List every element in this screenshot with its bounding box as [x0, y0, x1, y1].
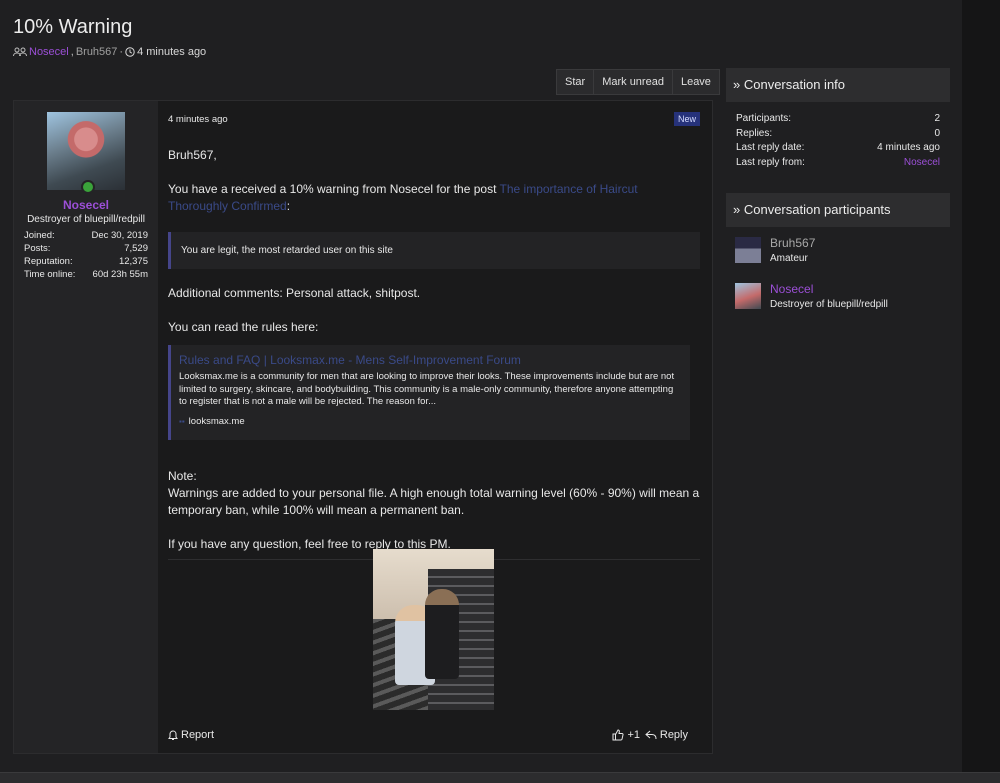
link-preview-domain: ▪▪ looksmax.me [179, 413, 680, 430]
warning-line: You have a received a 10% warning from N… [168, 181, 700, 215]
participant-link-nosecel[interactable]: Nosecel [29, 46, 69, 58]
reply-arrow-icon [645, 730, 657, 740]
participant-title: Amateur [770, 253, 808, 264]
author-stats: Joined: Dec 30, 2019 Posts: 7,529 Reputati… [24, 229, 148, 281]
info-row: Last reply from: Nosecel [736, 156, 940, 171]
note-label: Note: [168, 468, 197, 483]
additional-comments: Additional comments: Personal attack, sh… [168, 286, 421, 300]
link-preview-description: Looksmax.me is a community for men that … [179, 371, 675, 407]
message-time[interactable]: 4 minutes ago [168, 114, 228, 125]
quoted-content: You are legit, the most retarded user on… [168, 232, 700, 269]
stat-label: Joined: [24, 230, 55, 241]
conversation-info-block: » Conversation info Participants: 2 Repli… [726, 68, 950, 180]
online-status-icon [81, 180, 95, 194]
note-text: Warnings are added to your personal file… [168, 485, 700, 517]
separator-dot: · [119, 46, 124, 58]
participant-item: Bruh567 Amateur [735, 236, 941, 283]
thumbs-up-icon [612, 729, 624, 741]
stat-row: Time online: 60d 23h 55m [24, 268, 148, 281]
link-preview[interactable]: Rules and FAQ | Looksmax.me - Mens Self-… [168, 345, 690, 440]
attached-image[interactable] [373, 549, 494, 710]
avatar[interactable] [47, 112, 125, 190]
greeting: Bruh567, [168, 148, 217, 162]
info-row: Last reply date: 4 minutes ago [736, 141, 940, 156]
conversation-participants-heading: » Conversation participants [726, 193, 950, 227]
rules-intro: You can read the rules here: [168, 320, 319, 334]
info-label: Last reply from: [736, 156, 805, 168]
colon: : [286, 199, 291, 213]
participant-name[interactable]: Nosecel [770, 282, 813, 296]
conversation-info-heading: » Conversation info [726, 68, 950, 102]
author-name[interactable]: Nosecel [14, 198, 158, 212]
separator: , [70, 46, 74, 58]
stat-value: 12,375 [118, 256, 148, 267]
report-label: Report [181, 729, 215, 741]
participant-title: Destroyer of bluepill/redpill [770, 299, 888, 310]
message-post: Nosecel Destroyer of bluepill/redpill Jo… [13, 100, 713, 754]
stat-value: 60d 23h 55m [92, 269, 148, 280]
avatar[interactable] [735, 283, 761, 309]
info-value[interactable]: 4 minutes ago [877, 141, 940, 156]
link-preview-title[interactable]: Rules and FAQ | Looksmax.me - Mens Self-… [179, 352, 680, 368]
conversation-participants-block: » Conversation participants Bruh567 Amat… [726, 193, 950, 339]
clock-icon [125, 47, 135, 57]
report-button[interactable]: Report [168, 729, 214, 741]
info-value: 2 [934, 113, 940, 124]
info-label: Replies: [736, 127, 773, 139]
stat-row: Posts: 7,529 [24, 242, 148, 255]
thread-time: 4 minutes ago [137, 46, 207, 58]
horizontal-scrollbar[interactable] [0, 772, 1000, 783]
participants-list: Bruh567 Amateur Nosecel Destroyer of blu… [726, 227, 950, 339]
stat-label: Reputation: [24, 256, 73, 267]
stat-label: Time online: [24, 269, 76, 280]
info-label: Last reply date: [736, 142, 805, 153]
reply-label: Reply [659, 729, 688, 741]
mark-unread-button[interactable]: Mark unread [594, 70, 673, 94]
stat-value: Dec 30, 2019 [91, 230, 148, 241]
participants-icon [13, 47, 27, 57]
participant-name[interactable]: Bruh567 [770, 236, 815, 250]
leave-button[interactable]: Leave [673, 70, 719, 94]
conversation-actions: Star Mark unread Leave [556, 69, 720, 95]
last-reply-user-link[interactable]: Nosecel [904, 156, 940, 171]
stat-row: Joined: Dec 30, 2019 [24, 229, 148, 242]
like-button[interactable]: +1 [612, 729, 640, 741]
avatar[interactable] [735, 237, 761, 263]
favicon-icon: ▪▪ [179, 416, 185, 426]
warning-text: You have a received a 10% warning from N… [168, 182, 500, 196]
thread-meta: Nosecel, Bruh567 · 4 minutes ago [13, 46, 206, 58]
page-title: 10% Warning [13, 16, 133, 38]
stat-label: Posts: [24, 243, 51, 254]
participant-item: Nosecel Destroyer of bluepill/redpill [735, 282, 941, 329]
bell-icon [168, 729, 178, 740]
message-main-cell: 4 minutes ago New Bruh567, You have a re… [168, 101, 700, 753]
info-row: Participants: 2 [736, 112, 940, 127]
domain-text: looksmax.me [188, 415, 245, 427]
message-body: Bruh567, You have a received a 10% warni… [168, 147, 700, 560]
reply-button[interactable]: Reply [645, 729, 688, 741]
stat-value: 7,529 [124, 243, 148, 254]
message-user-cell: Nosecel Destroyer of bluepill/redpill Jo… [14, 101, 158, 753]
reaction-count: +1 [627, 729, 640, 741]
conversation-info-body: Participants: 2 Replies: 0 Last reply date… [726, 102, 950, 180]
participant-link-bruh567[interactable]: Bruh567 [76, 46, 118, 58]
info-row: Replies: 0 [736, 127, 940, 142]
info-value: 0 [934, 127, 940, 139]
new-badge: New [673, 112, 700, 126]
star-button[interactable]: Star [557, 70, 595, 94]
window-edge [962, 0, 1000, 782]
stat-row: Reputation: 12,375 [24, 255, 148, 268]
author-title: Destroyer of bluepill/redpill [27, 214, 145, 225]
info-label: Participants: [736, 113, 792, 124]
image-figure [425, 589, 459, 679]
